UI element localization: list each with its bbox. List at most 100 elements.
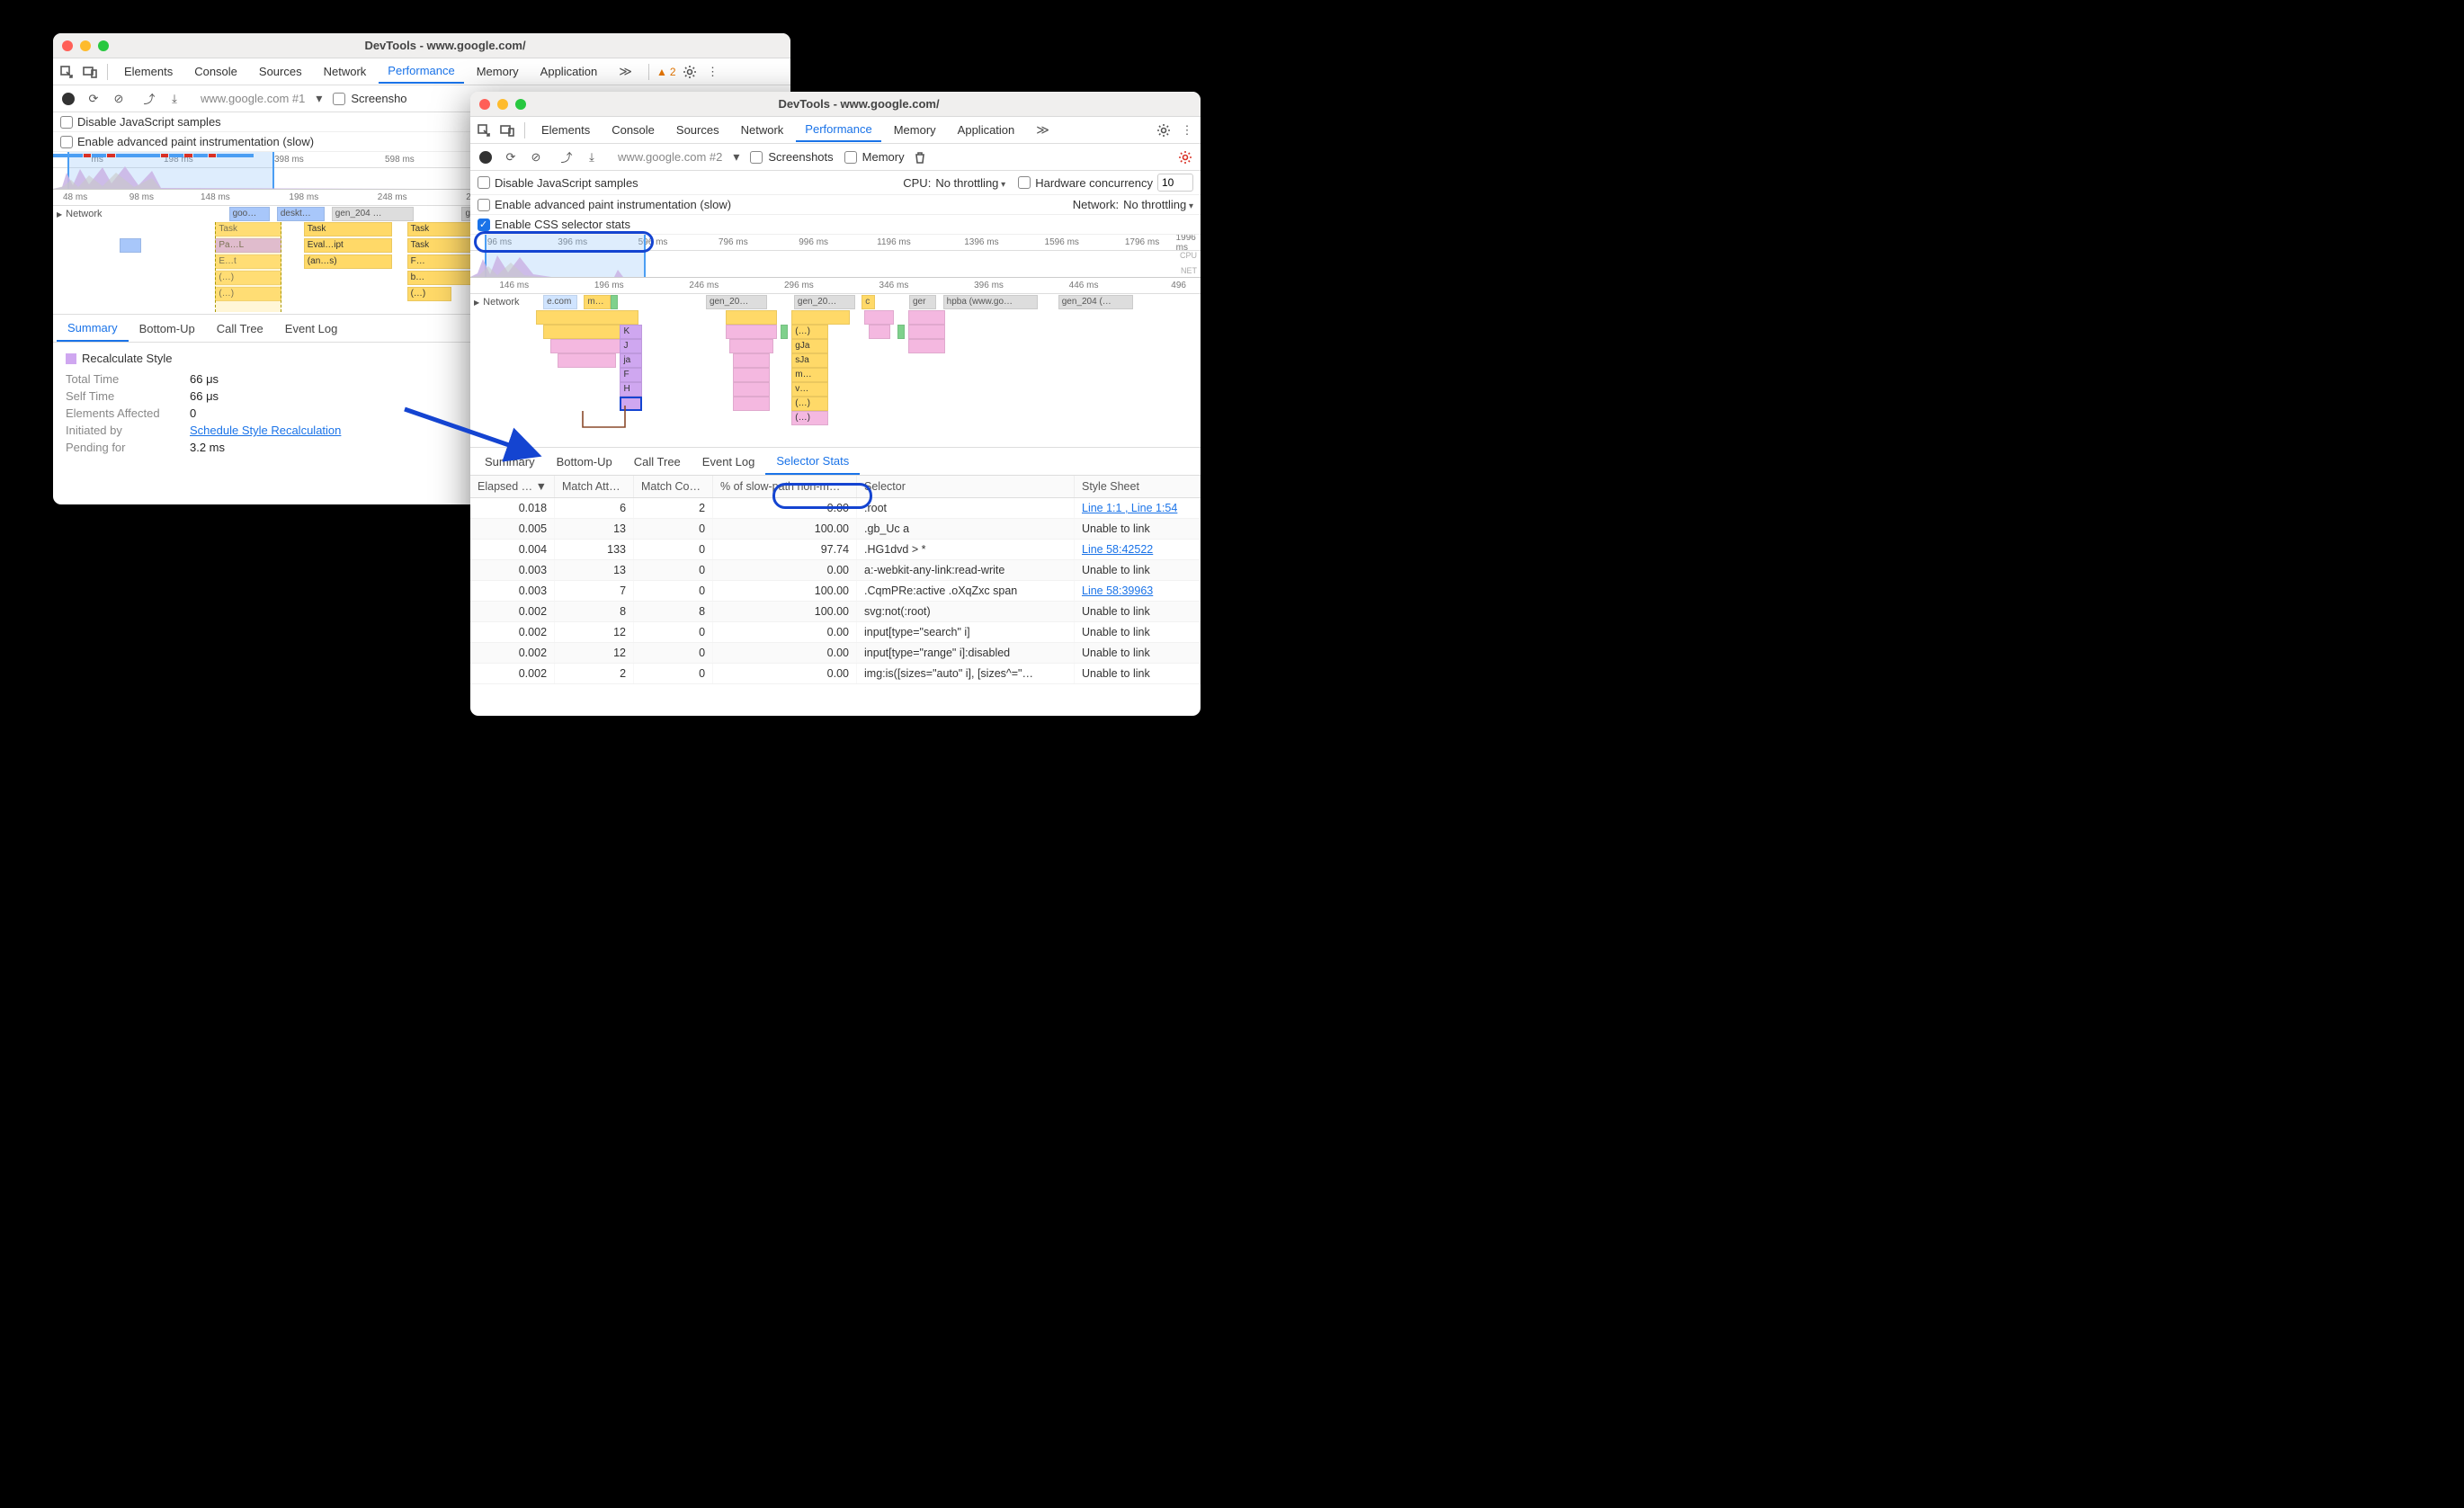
stylesheet-link[interactable]: Line 58:42522 xyxy=(1075,540,1201,560)
tab-performance[interactable]: Performance xyxy=(379,59,463,84)
subtab-event-log[interactable]: Event Log xyxy=(692,450,766,474)
recording-select[interactable]: www.google.com #1 xyxy=(195,92,310,105)
flame-ruler[interactable]: 146 ms 196 ms 246 ms 296 ms 346 ms 396 m… xyxy=(470,278,1201,294)
close-icon[interactable] xyxy=(62,40,73,51)
col-match-attempts[interactable]: Match Att… xyxy=(555,476,634,498)
window-title: DevTools - www.google.com/ xyxy=(109,39,781,52)
table-row[interactable]: 0.004133097.74.HG1dvd > *Line 58:42522 xyxy=(470,540,1201,560)
download-icon[interactable]: ⤓ xyxy=(582,147,602,167)
table-row[interactable]: 0.0031300.00a:-webkit-any-link:read-writ… xyxy=(470,560,1201,581)
reload-icon[interactable]: ⟳ xyxy=(501,147,521,167)
tab-sources[interactable]: Sources xyxy=(250,60,311,83)
network-track[interactable]: ▶ Network e.com m=… gen_20… gen_20… c ge… xyxy=(470,294,1201,310)
overview-timeline[interactable]: 96 ms 396 ms 596 ms 796 ms 996 ms 1196 m… xyxy=(470,235,1201,278)
tab-elements[interactable]: Elements xyxy=(532,119,599,141)
col-slow-path[interactable]: % of slow-path non-m… xyxy=(713,476,857,498)
disable-js-checkbox[interactable] xyxy=(478,176,490,189)
chevron-down-icon[interactable]: ▾ xyxy=(316,91,322,106)
maximize-icon[interactable] xyxy=(98,40,109,51)
record-icon[interactable] xyxy=(58,89,78,109)
tab-memory[interactable]: Memory xyxy=(468,60,528,83)
tab-network[interactable]: Network xyxy=(315,60,376,83)
stylesheet-link[interactable]: Line 58:39963 xyxy=(1075,581,1201,602)
tab-memory[interactable]: Memory xyxy=(885,119,945,141)
expand-icon[interactable]: ▶ xyxy=(57,210,62,219)
event-swatch xyxy=(66,353,76,364)
hw-concurrency-checkbox[interactable] xyxy=(1018,176,1031,189)
subtab-bottom-up[interactable]: Bottom-Up xyxy=(129,317,206,341)
expand-icon[interactable]: ▶ xyxy=(474,299,479,307)
tab-performance[interactable]: Performance xyxy=(796,118,880,142)
hw-concurrency-input[interactable] xyxy=(1157,174,1193,192)
col-match-count[interactable]: Match Co… xyxy=(634,476,713,498)
memory-checkbox[interactable] xyxy=(844,151,857,164)
kebab-icon[interactable]: ⋮ xyxy=(703,62,723,82)
close-icon[interactable] xyxy=(479,99,490,110)
inspect-icon[interactable] xyxy=(57,62,76,82)
tab-elements[interactable]: Elements xyxy=(115,60,182,83)
devtools-window-2: DevTools - www.google.com/ Elements Cons… xyxy=(470,92,1201,716)
flame-chart[interactable]: ▶ Network e.com m=… gen_20… gen_20… c ge… xyxy=(470,294,1201,447)
selected-flame-block[interactable] xyxy=(620,397,641,411)
subtab-selector-stats[interactable]: Selector Stats xyxy=(765,449,860,475)
tab-network[interactable]: Network xyxy=(732,119,793,141)
table-row[interactable]: 0.00370100.00.CqmPRe:active .oXqZxc span… xyxy=(470,581,1201,602)
tab-application[interactable]: Application xyxy=(949,119,1024,141)
table-row[interactable]: 0.018620.00:rootLine 1:1 , Line 1:54 xyxy=(470,498,1201,519)
minimize-icon[interactable] xyxy=(497,99,508,110)
adv-paint-checkbox[interactable] xyxy=(478,199,490,211)
device-toolbar-icon[interactable] xyxy=(80,62,100,82)
subtab-bottom-up[interactable]: Bottom-Up xyxy=(546,450,623,474)
minimize-icon[interactable] xyxy=(80,40,91,51)
kebab-icon[interactable]: ⋮ xyxy=(1177,120,1197,140)
cpu-throttle-select[interactable]: No throttling xyxy=(935,176,1005,190)
subtab-summary[interactable]: Summary xyxy=(57,316,129,342)
adv-paint-checkbox[interactable] xyxy=(60,136,73,148)
screenshots-checkbox[interactable] xyxy=(750,151,763,164)
col-stylesheet[interactable]: Style Sheet xyxy=(1075,476,1201,498)
subtab-summary[interactable]: Summary xyxy=(474,450,546,474)
disable-js-checkbox[interactable] xyxy=(60,116,73,129)
clear-icon[interactable]: ⊘ xyxy=(109,89,129,109)
titlebar[interactable]: DevTools - www.google.com/ xyxy=(53,33,790,58)
stylesheet-link[interactable]: Line 1:1 , Line 1:54 xyxy=(1075,498,1201,519)
table-row[interactable]: 0.0021200.00input[type="range" i]:disabl… xyxy=(470,643,1201,664)
gc-icon[interactable] xyxy=(910,147,930,167)
network-throttle-select[interactable]: No throttling xyxy=(1123,198,1193,211)
upload-icon[interactable]: ⤴ xyxy=(139,89,159,109)
col-elapsed[interactable]: Elapsed … ▼ xyxy=(470,476,555,498)
download-icon[interactable]: ⤓ xyxy=(165,89,184,109)
tab-sources[interactable]: Sources xyxy=(667,119,728,141)
initiated-by-link[interactable]: Schedule Style Recalculation xyxy=(190,424,341,437)
recording-select[interactable]: www.google.com #2 xyxy=(612,150,728,164)
capture-settings-icon[interactable] xyxy=(1175,147,1195,167)
css-stats-checkbox[interactable] xyxy=(478,219,490,231)
table-row[interactable]: 0.00288100.00svg:not(:root)Unable to lin… xyxy=(470,602,1201,622)
upload-icon[interactable]: ⤴ xyxy=(557,147,576,167)
tab-application[interactable]: Application xyxy=(531,60,607,83)
reload-icon[interactable]: ⟳ xyxy=(84,89,103,109)
inspect-icon[interactable] xyxy=(474,120,494,140)
table-row[interactable]: 0.005130100.00.gb_Uc aUnable to link xyxy=(470,519,1201,540)
subtab-call-tree[interactable]: Call Tree xyxy=(206,317,274,341)
maximize-icon[interactable] xyxy=(515,99,526,110)
col-selector[interactable]: Selector xyxy=(857,476,1075,498)
device-toolbar-icon[interactable] xyxy=(497,120,517,140)
table-row[interactable]: 0.002200.00img:is([sizes="auto" i], [siz… xyxy=(470,664,1201,684)
titlebar[interactable]: DevTools - www.google.com/ xyxy=(470,92,1201,117)
warnings-badge[interactable]: ▲ 2 xyxy=(656,66,676,78)
screenshots-checkbox[interactable] xyxy=(333,93,345,105)
subtab-event-log[interactable]: Event Log xyxy=(274,317,349,341)
tab-console[interactable]: Console xyxy=(185,60,246,83)
css-stats-label: Enable CSS selector stats xyxy=(495,218,630,231)
chevron-down-icon[interactable]: ▾ xyxy=(733,149,739,165)
settings-icon[interactable] xyxy=(1154,120,1174,140)
settings-icon[interactable] xyxy=(680,62,700,82)
tab-console[interactable]: Console xyxy=(603,119,664,141)
more-tabs-icon[interactable]: ≫ xyxy=(1027,118,1058,142)
more-tabs-icon[interactable]: ≫ xyxy=(610,59,641,84)
subtab-call-tree[interactable]: Call Tree xyxy=(623,450,692,474)
table-row[interactable]: 0.0021200.00input[type="search" i]Unable… xyxy=(470,622,1201,643)
record-icon[interactable] xyxy=(476,147,495,167)
clear-icon[interactable]: ⊘ xyxy=(526,147,546,167)
